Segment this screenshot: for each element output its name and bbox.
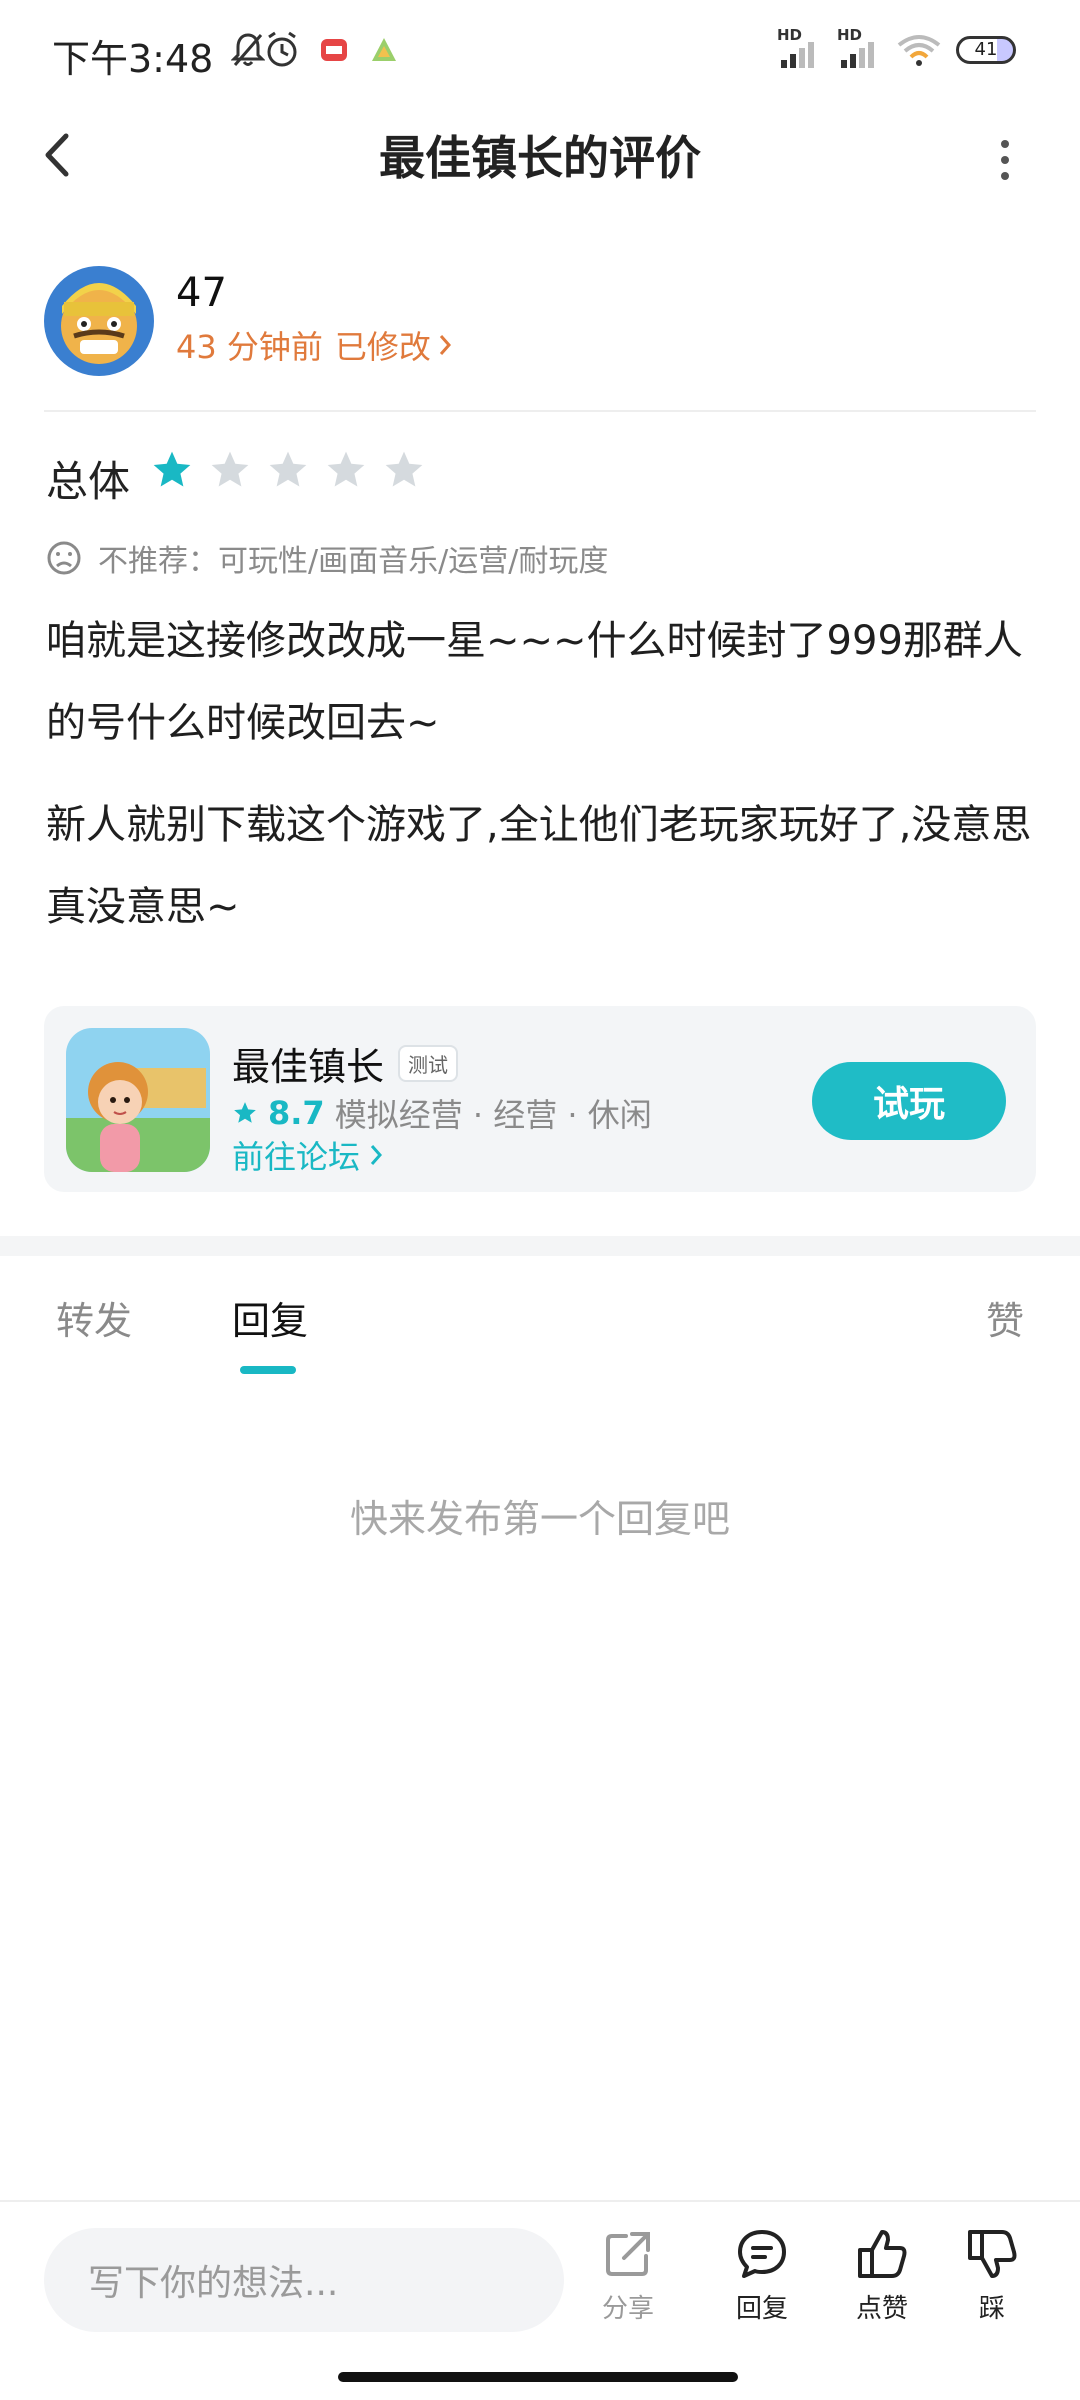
status-bar: 下午3:48 HD HD 41	[0, 0, 1080, 100]
post-time: 43 分钟前	[176, 328, 323, 366]
not-recommended-text: 不推荐：可玩性/画面音乐/运营/耐玩度	[98, 544, 609, 579]
chevron-right-icon	[370, 1145, 383, 1165]
review-content: 咱就是这接修改改成一星~~~什么时候封了999那群人的号什么时候改回去~ 新人就…	[46, 600, 1036, 968]
star-empty-icon	[211, 451, 249, 487]
chevron-right-icon	[439, 335, 451, 355]
edit-history-link[interactable]: 已修改	[335, 322, 453, 368]
game-categories: 模拟经营 · 经营 · 休闲	[334, 1096, 652, 1134]
wifi-icon	[896, 30, 942, 70]
game-card[interactable]: 最佳镇长 测试 8.7 模拟经营 · 经营 · 休闲 前往论坛 试玩	[44, 1006, 1036, 1192]
not-recommended-row: 不推荐：可玩性/画面音乐/运营/耐玩度	[46, 536, 608, 580]
signal-icon-2: HD	[834, 26, 880, 70]
alarm-icon	[262, 30, 302, 70]
forum-link[interactable]: 前往论坛	[232, 1132, 384, 1178]
review-paragraph: 咱就是这接修改改成一星~~~什么时候封了999那群人的号什么时候改回去~	[46, 618, 1023, 746]
review-paragraph: 新人就别下载这个游戏了,全让他们老玩家玩好了,没意思真没意思~	[46, 802, 1032, 930]
share-icon	[606, 2232, 650, 2276]
tab-like[interactable]: 赞	[986, 1290, 1024, 1345]
author-meta: 43 分钟前 已修改	[176, 322, 453, 368]
comment-icon	[738, 2230, 786, 2278]
section-separator	[0, 1236, 1080, 1256]
game-icon[interactable]	[66, 1028, 210, 1172]
game-score: 8.7	[268, 1094, 325, 1132]
edited-label: 已修改	[334, 328, 431, 366]
game-name-row: 最佳镇长 测试	[232, 1036, 459, 1091]
like-button[interactable]: 点赞	[832, 2226, 932, 2325]
empty-replies-hint: 快来发布第一个回复吧	[349, 1497, 730, 1541]
signal-icon-1: HD	[774, 26, 820, 70]
avatar[interactable]	[44, 266, 154, 376]
tab-repost[interactable]: 转发	[56, 1290, 132, 1345]
thumbs-up-icon	[858, 2230, 907, 2278]
app-notification-icon-2	[366, 30, 402, 70]
like-label: 点赞	[855, 2294, 908, 2324]
app-notification-icon	[316, 30, 352, 70]
more-options-button[interactable]	[990, 130, 1020, 190]
dislike-label: 踩	[978, 2294, 1005, 2324]
star-empty-icon	[269, 451, 307, 487]
comment-input[interactable]: 写下你的想法...	[44, 2228, 564, 2332]
star-empty-icon	[327, 451, 365, 487]
thumbs-down-icon	[968, 2230, 1017, 2278]
divider	[44, 410, 1036, 412]
star-icon	[234, 1102, 256, 1123]
test-tag: 测试	[398, 1045, 459, 1082]
bottom-bar-divider	[0, 2200, 1080, 2202]
author-name[interactable]: 47	[176, 270, 227, 316]
share-button[interactable]: 分享	[578, 2226, 678, 2325]
forum-link-label: 前往论坛	[232, 1138, 361, 1176]
status-time: 下午3:48	[52, 37, 214, 81]
more-vertical-icon	[1001, 140, 1009, 180]
try-play-button[interactable]: 试玩	[812, 1062, 1006, 1140]
tab-reply[interactable]: 回复	[232, 1290, 308, 1345]
game-meta: 8.7 模拟经营 · 经营 · 休闲	[232, 1090, 652, 1136]
star-filled-icon	[153, 451, 191, 487]
overall-rating-label: 总体	[46, 457, 131, 506]
share-label: 分享	[601, 2294, 654, 2324]
dislike-button[interactable]: 踩	[942, 2226, 1042, 2325]
battery-indicator: 41	[956, 36, 1016, 64]
home-indicator[interactable]	[338, 2372, 738, 2382]
reply-button[interactable]: 回复	[712, 2226, 812, 2325]
tab-active-indicator	[240, 1366, 296, 1374]
reply-label: 回复	[735, 2294, 788, 2324]
star-empty-icon	[385, 451, 423, 487]
sad-face-icon	[47, 541, 81, 575]
rating-stars	[150, 448, 426, 492]
game-name[interactable]: 最佳镇长	[232, 1036, 384, 1091]
page-title: 最佳镇长的评价	[379, 131, 701, 185]
